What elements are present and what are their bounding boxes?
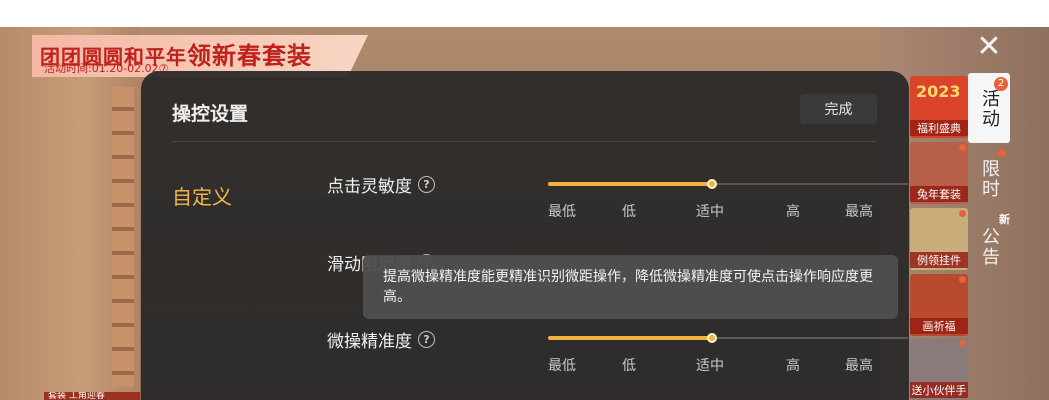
- tick-label: 低: [622, 358, 636, 374]
- side-tab-label: 公告: [979, 227, 1000, 267]
- badge-count: 2: [994, 77, 1008, 91]
- micro-precision-label: 微操精准度 ?: [327, 327, 435, 352]
- side-tab-limited[interactable]: 限时: [968, 149, 1010, 213]
- event-banner-title-main: 领新春套装: [187, 41, 312, 70]
- tab-custom[interactable]: 自定义: [172, 181, 232, 210]
- thumb-gift[interactable]: 送小伙伴手: [910, 338, 968, 400]
- thumb-caption: 例领挂件: [910, 252, 968, 268]
- thumb-blessing[interactable]: 画祈福: [910, 274, 968, 336]
- tap-sensitivity-text: 点击灵敏度: [327, 177, 412, 197]
- notify-dot: [959, 276, 966, 283]
- tap-sensitivity-ticks: 最低 低 适中 高 最高: [548, 201, 888, 220]
- micro-precision-text: 微操精准度: [327, 332, 412, 352]
- tick-label: 最低: [548, 358, 576, 374]
- close-icon[interactable]: ✕: [972, 30, 1006, 64]
- tap-sensitivity-label: 点击灵敏度 ?: [327, 172, 435, 197]
- tick-label: 低: [622, 204, 636, 220]
- notify-dot: [959, 144, 966, 151]
- new-badge: 新: [999, 213, 1010, 226]
- side-tab-label: 活动: [979, 89, 1000, 129]
- notify-dot: [959, 340, 966, 347]
- done-button[interactable]: 完成: [800, 94, 877, 124]
- help-circle-icon[interactable]: ?: [418, 331, 435, 348]
- thumb-welfare[interactable]: 2023 福利盛典: [910, 76, 968, 138]
- thumb-pendant[interactable]: 例领挂件: [910, 208, 968, 270]
- panel-title: 操控设置: [172, 103, 249, 125]
- notify-dot: [959, 210, 966, 217]
- thumb-caption: 送小伙伴手: [910, 382, 968, 398]
- micro-precision-slider[interactable]: [548, 331, 908, 345]
- tick-label: 高: [786, 204, 800, 220]
- control-settings-panel: [141, 71, 909, 400]
- tick-label: 最低: [548, 204, 576, 220]
- thumb-rabbit-outfit[interactable]: 兔年套装: [910, 142, 968, 204]
- help-circle-icon[interactable]: ?: [418, 176, 435, 193]
- slider-knob[interactable]: [707, 333, 717, 343]
- tap-sensitivity-slider[interactable]: [548, 177, 908, 191]
- thumb-caption: 兔年套装: [910, 186, 968, 202]
- tick-label: 最高: [845, 358, 873, 374]
- micro-precision-ticks: 最低 低 适中 高 最高: [548, 355, 888, 374]
- tick-label: 适中: [696, 358, 724, 374]
- bottom-outfit-tag: 套装 工角迎春: [44, 392, 140, 400]
- side-tab-notice[interactable]: 公告: [968, 221, 1010, 281]
- tick-label: 适中: [696, 204, 724, 220]
- notify-dot: [998, 149, 1006, 157]
- slider-fill: [548, 336, 712, 340]
- thumb-caption: 福利盛典: [910, 120, 968, 136]
- side-tab-activity[interactable]: 活动 2: [968, 73, 1010, 143]
- side-tab-label: 限时: [979, 159, 1000, 199]
- tick-label: 高: [786, 358, 800, 374]
- help-tooltip: 提高微操精准度能更精准识别微距操作，降低微操精准度可使点击操作响应度更高。: [363, 255, 898, 319]
- slider-knob[interactable]: [707, 179, 717, 189]
- slider-fill: [548, 182, 712, 186]
- tick-label: 最高: [845, 204, 873, 220]
- thumb-year: 2023: [916, 82, 961, 101]
- background-shelf: [112, 87, 134, 387]
- thumb-caption: 画祈福: [910, 318, 968, 334]
- panel-divider: [172, 141, 877, 142]
